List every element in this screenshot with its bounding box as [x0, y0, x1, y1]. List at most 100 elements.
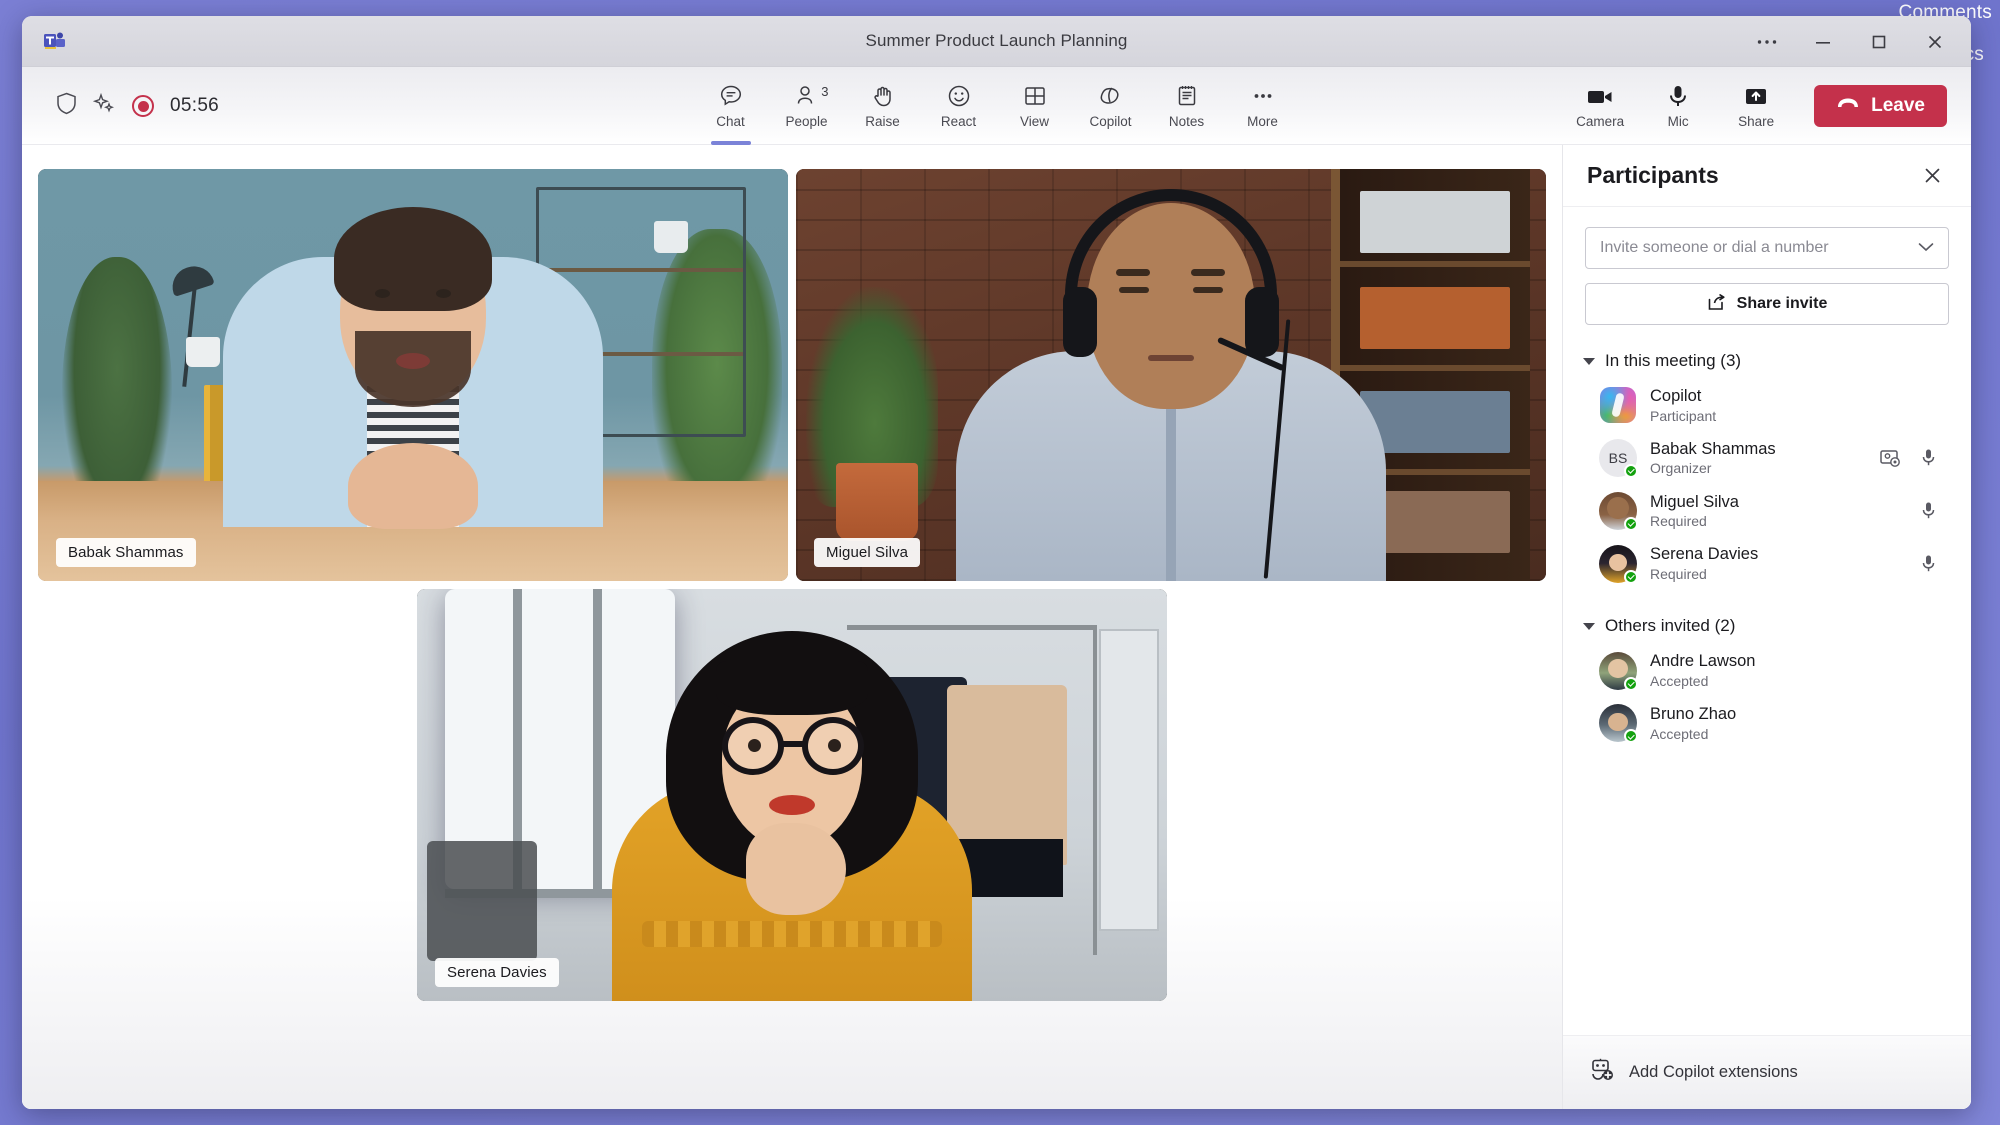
participants-panel: Participants Invite someone or dial a nu…	[1562, 145, 1971, 1109]
video-tile-babak-shammas[interactable]: Babak Shammas	[38, 169, 788, 581]
share-invite-icon	[1707, 293, 1726, 316]
group-header-others-invited[interactable]: Others invited (2)	[1585, 616, 1949, 636]
participant-role: Organizer	[1650, 459, 1866, 477]
toolbar-item-share-label: Share	[1738, 114, 1774, 129]
camera-icon	[1586, 83, 1614, 109]
spotlight-icon[interactable]	[1879, 447, 1901, 469]
copilot-gradient-icon	[1600, 387, 1636, 423]
teams-meeting-window: Summer Product Launch Planning	[22, 16, 1971, 1109]
notes-icon	[1174, 83, 1200, 109]
participant-row-bruno-zhao[interactable]: Bruno Zhao Accepted	[1585, 697, 1949, 750]
video-tile-row-top: Babak Shammas	[38, 169, 1546, 581]
presence-available-icon	[1624, 677, 1638, 691]
toolbar-item-mic-label: Mic	[1668, 114, 1689, 129]
microphone-icon[interactable]	[1917, 500, 1939, 522]
toolbar-item-view[interactable]: View	[997, 71, 1073, 141]
participant-name: Copilot	[1650, 386, 1926, 407]
toolbar-item-view-label: View	[1020, 114, 1049, 129]
microphone-icon[interactable]	[1917, 553, 1939, 575]
toolbar-center-actions: Chat 3 People Raise React	[693, 67, 1301, 145]
toolbar-item-people[interactable]: 3 People	[769, 71, 845, 141]
participant-row-babak-shammas[interactable]: BS Babak Shammas Organizer	[1585, 432, 1949, 485]
video-tile-name-label: Babak Shammas	[56, 538, 196, 567]
participant-role: Required	[1650, 512, 1904, 530]
toolbar-item-camera-label: Camera	[1576, 114, 1624, 129]
group-header-label: Others invited (2)	[1605, 616, 1735, 636]
toolbar-item-mic[interactable]: Mic	[1640, 71, 1716, 141]
toolbar-item-react[interactable]: React	[921, 71, 997, 141]
participant-role: Required	[1650, 565, 1904, 583]
participants-panel-title: Participants	[1587, 162, 1719, 189]
copilot-icon	[1098, 83, 1124, 109]
avatar	[1599, 492, 1637, 530]
toolbar-item-react-label: React	[941, 114, 976, 129]
video-stage: Babak Shammas	[22, 145, 1562, 1109]
window-minimize-icon[interactable]	[1795, 20, 1851, 64]
group-header-in-this-meeting[interactable]: In this meeting (3)	[1585, 351, 1949, 371]
window-maximize-icon[interactable]	[1851, 20, 1907, 64]
add-copilot-extensions-icon	[1589, 1058, 1615, 1087]
window-controls	[1739, 16, 1963, 67]
toolbar-item-copilot[interactable]: Copilot	[1073, 71, 1149, 141]
toolbar-item-share[interactable]: Share	[1718, 71, 1794, 141]
more-ellipsis-icon	[1250, 83, 1276, 109]
video-tile-miguel-silva[interactable]: Miguel Silva	[796, 169, 1546, 581]
video-tile-serena-davies[interactable]: Serena Davies	[417, 589, 1167, 1001]
add-copilot-extensions-button[interactable]: Add Copilot extensions	[1563, 1035, 1971, 1109]
toolbar-item-notes-label: Notes	[1169, 114, 1204, 129]
share-invite-button[interactable]: Share invite	[1585, 283, 1949, 325]
participant-row-copilot[interactable]: Copilot Participant	[1585, 379, 1949, 432]
toolbar-item-more[interactable]: More	[1225, 71, 1301, 141]
video-tile-name-label: Miguel Silva	[814, 538, 920, 567]
participant-row-andre-lawson[interactable]: Andre Lawson Accepted	[1585, 644, 1949, 697]
participant-name: Miguel Silva	[1650, 492, 1904, 513]
meeting-timer: 05:56	[170, 95, 219, 117]
leave-button[interactable]: Leave	[1814, 85, 1947, 127]
participants-panel-header: Participants	[1563, 145, 1971, 207]
participant-role: Accepted	[1650, 672, 1926, 690]
window-more-icon[interactable]	[1739, 20, 1795, 64]
share-invite-label: Share invite	[1737, 295, 1828, 313]
sparkle-icon[interactable]	[93, 92, 116, 120]
window-close-icon[interactable]	[1907, 20, 1963, 64]
participant-role: Accepted	[1650, 725, 1926, 743]
raise-hand-icon	[870, 83, 896, 109]
toolbar-item-chat-label: Chat	[716, 114, 745, 129]
avatar	[1599, 386, 1637, 424]
invite-input-placeholder: Invite someone or dial a number	[1600, 239, 1829, 257]
chat-icon	[718, 83, 744, 109]
toolbar-item-raise[interactable]: Raise	[845, 71, 921, 141]
close-icon[interactable]	[1915, 159, 1949, 193]
toolbar-item-copilot-label: Copilot	[1089, 114, 1131, 129]
hangup-icon	[1836, 95, 1860, 117]
toolbar-item-people-label: People	[785, 114, 827, 129]
group-header-label: In this meeting (3)	[1605, 351, 1741, 371]
participant-name: Babak Shammas	[1650, 439, 1866, 460]
caret-down-icon	[1583, 623, 1595, 630]
invite-input[interactable]: Invite someone or dial a number	[1585, 227, 1949, 269]
window-titlebar: Summer Product Launch Planning	[22, 16, 1971, 67]
toolbar-item-chat[interactable]: Chat	[693, 71, 769, 141]
chevron-down-icon[interactable]	[1918, 239, 1934, 257]
presence-available-icon	[1624, 517, 1638, 531]
avatar	[1599, 545, 1637, 583]
toolbar-right-actions: Camera Mic Share Leave	[1562, 67, 1947, 145]
presence-available-icon	[1624, 464, 1638, 478]
presence-available-icon	[1624, 570, 1638, 584]
window-title: Summer Product Launch Planning	[22, 31, 1971, 51]
participant-name: Andre Lawson	[1650, 651, 1926, 672]
toolbar-item-notes[interactable]: Notes	[1149, 71, 1225, 141]
participant-row-miguel-silva[interactable]: Miguel Silva Required	[1585, 485, 1949, 538]
toolbar-item-more-label: More	[1247, 114, 1278, 129]
toolbar-item-raise-label: Raise	[865, 114, 900, 129]
participant-row-serena-davies[interactable]: Serena Davies Required	[1585, 537, 1949, 590]
recording-icon[interactable]	[132, 95, 154, 117]
view-grid-icon	[1022, 83, 1048, 109]
microphone-icon	[1666, 83, 1690, 109]
leave-button-label: Leave	[1871, 95, 1925, 117]
react-smiley-icon	[946, 83, 972, 109]
shield-icon[interactable]	[56, 92, 77, 120]
toolbar-item-camera[interactable]: Camera	[1562, 71, 1638, 141]
caret-down-icon	[1583, 358, 1595, 365]
microphone-icon[interactable]	[1917, 447, 1939, 469]
